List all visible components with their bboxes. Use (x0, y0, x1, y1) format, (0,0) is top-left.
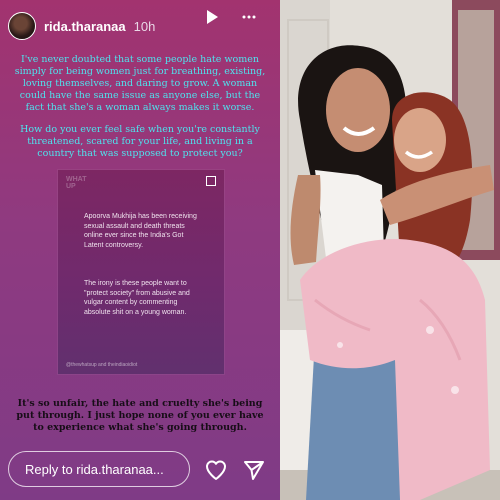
story-panel: rida.tharanaa 10h I've never doubted tha… (0, 0, 280, 500)
card-logo: WHAT UP (66, 176, 87, 190)
story-paragraph-2: How do you ever feel safe when you're co… (20, 124, 260, 159)
play-icon[interactable] (203, 8, 221, 26)
story-photo (280, 0, 500, 500)
reply-input[interactable]: Reply to rida.tharanaa... (8, 451, 190, 487)
timestamp: 10h (133, 18, 156, 34)
story-header: rida.tharanaa 10h (8, 10, 272, 42)
heart-icon[interactable] (204, 458, 228, 482)
embedded-post-card: WHAT UP Apoorva Mukhija has been receivi… (58, 170, 224, 374)
reply-placeholder: Reply to rida.tharanaa... (25, 461, 164, 477)
card-text-2: The irony is these people want to "prote… (84, 280, 190, 316)
more-icon[interactable] (240, 8, 258, 26)
card-text-1: Apoorva Mukhija has been receiving sexua… (84, 213, 197, 249)
story-paragraph-1: I've never doubted that some people hate… (14, 54, 266, 113)
send-icon[interactable] (242, 458, 266, 482)
photo-scene (280, 0, 500, 500)
card-corner-icon (206, 176, 216, 186)
story-paragraph-3: It's so unfair, the hate and cruelty she… (16, 398, 264, 433)
card-credit: @thewhatsup and theindiaoidiot (66, 362, 138, 368)
avatar[interactable] (8, 12, 36, 40)
username[interactable]: rida.tharanaa (44, 19, 126, 34)
